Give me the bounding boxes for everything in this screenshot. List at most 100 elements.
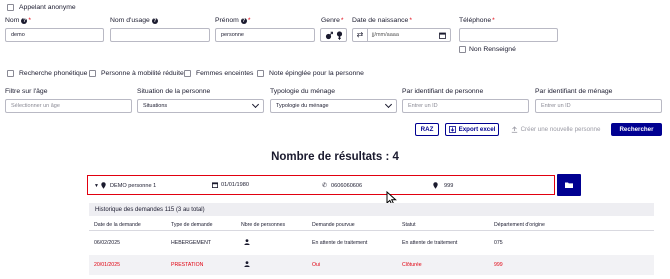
person-icon — [244, 239, 250, 247]
info-icon[interactable]: ? — [151, 18, 158, 24]
export-icon — [448, 126, 456, 133]
genre-toggle[interactable] — [320, 28, 347, 42]
row-status: Clôturée — [402, 262, 422, 268]
option-pregnant[interactable]: Femmes enceintes — [184, 70, 253, 77]
telephone-label-text: Téléphone — [459, 17, 492, 24]
result-phone: 0606060606 — [331, 182, 363, 189]
required-mark: * — [492, 17, 495, 24]
person-icon — [244, 261, 250, 269]
raz-button[interactable]: RAZ — [415, 123, 439, 136]
info-icon[interactable]: ? — [240, 18, 247, 24]
map-pin-icon — [433, 182, 438, 189]
folder-icon — [565, 182, 573, 188]
required-mark: * — [409, 17, 412, 24]
table-row[interactable]: 20/01/2025 PRESTATION Oui Clôturée 999 — [89, 255, 654, 275]
search-button[interactable]: Rechercher — [611, 123, 662, 136]
required-mark: * — [340, 17, 344, 24]
pregnant-checkbox[interactable] — [184, 70, 191, 77]
option-phonetic[interactable]: Recherche phonétique — [7, 70, 87, 77]
situation-label: Situation de la personne — [137, 88, 211, 95]
info-icon[interactable]: ? — [21, 18, 28, 24]
reduced-mobility-label: Personne à mobilité réduite — [101, 70, 184, 77]
date-naissance-input[interactable]: jj/mm/aaaa — [372, 32, 439, 38]
id-menage-input[interactable]: Entrer un ID — [535, 99, 662, 113]
required-mark: * — [247, 17, 251, 24]
age-filter-select[interactable]: Sélectionner un âge — [5, 99, 132, 113]
row-date: 06/02/2025 — [94, 240, 120, 246]
chevron-down-icon — [251, 100, 260, 109]
caret-down-icon[interactable]: ▼ — [94, 183, 99, 189]
genre-label-text: Genre — [321, 17, 340, 24]
calendar-icon — [212, 182, 218, 188]
history-title: Historique des demandes 115 (3 au total) — [89, 203, 654, 216]
result-birthdate: 01/01/1980 — [221, 182, 249, 188]
anonymous-caller-label: Appelant anonyme — [19, 4, 76, 11]
nom-usage-input[interactable] — [110, 28, 210, 42]
prenom-input[interactable]: personne — [215, 28, 315, 42]
male-icon[interactable] — [325, 31, 333, 40]
id-menage-label: Par identifiant de ménage — [535, 88, 613, 95]
results-count-title: Nombre de résultats : 4 — [271, 151, 399, 163]
non-renseigne-option[interactable]: Non Renseigné — [459, 46, 516, 53]
col-header-department: Département d'origine — [494, 221, 545, 228]
swap-icon[interactable]: ⇄ — [353, 30, 367, 40]
typologie-label: Typologie du ménage — [270, 88, 335, 95]
result-location: 999 — [444, 182, 454, 189]
situation-value: Situations — [143, 103, 168, 109]
row-fulfilled: En attente de traitement — [312, 240, 368, 246]
age-filter-label: Filtre sur l'âge — [5, 88, 48, 95]
row-status: En attente de traitement — [402, 240, 458, 246]
typologie-value: Typologie du ménage — [276, 103, 329, 109]
col-header-fulfilled: Demande pourvue — [312, 221, 355, 228]
col-header-count: Nbre de personnes — [241, 221, 286, 228]
divider — [367, 29, 368, 41]
row-department: 075 — [494, 240, 503, 246]
table-row[interactable]: 06/02/2025 HEBERGEMENT En attente de tra… — [89, 233, 654, 253]
export-excel-button[interactable]: Export excel — [445, 123, 499, 136]
row-department: 999 — [494, 262, 503, 268]
date-naissance-field[interactable]: ⇄ jj/mm/aaaa — [352, 28, 451, 42]
map-pin-icon — [101, 182, 106, 189]
row-date: 20/01/2025 — [94, 262, 120, 268]
option-pinned-note[interactable]: Note épinglée pour la personne — [257, 70, 364, 77]
nom-input[interactable]: demo — [5, 28, 104, 42]
pinned-note-checkbox[interactable] — [257, 70, 264, 77]
row-type: HEBERGEMENT — [171, 240, 212, 246]
option-reduced-mobility[interactable]: Personne à mobilité réduite — [89, 70, 184, 77]
col-header-date: Date de la demande — [94, 221, 141, 228]
female-icon[interactable] — [336, 30, 343, 40]
nom-label: Nom? * — [5, 17, 31, 24]
chevron-down-icon — [384, 100, 393, 109]
result-birthdate-group: 01/01/1980 — [212, 182, 249, 188]
nom-usage-label: Nom d'usage? — [110, 17, 158, 24]
phone-icon: ✆ — [322, 183, 328, 189]
result-person-name: DEMO personne 1 — [109, 182, 157, 189]
calendar-icon[interactable] — [439, 32, 446, 39]
phonetic-checkbox[interactable] — [7, 70, 14, 77]
upload-icon — [511, 126, 517, 133]
telephone-input[interactable] — [459, 28, 558, 42]
result-person-name-group: ▼ DEMO personne 1 — [94, 182, 156, 189]
situation-select[interactable]: Situations — [137, 99, 264, 113]
row-fulfilled: Oui — [312, 262, 321, 268]
open-folder-button[interactable] — [557, 174, 581, 196]
anonymous-caller-checkbox[interactable] — [7, 4, 14, 11]
nom-label-text: Nom — [5, 17, 20, 24]
genre-label: Genre* — [321, 17, 344, 24]
reduced-mobility-checkbox[interactable] — [89, 70, 96, 77]
non-renseigne-label: Non Renseigné — [469, 46, 516, 53]
prenom-label-text: Prénom — [215, 17, 239, 24]
date-naissance-label-text: Date de naissance — [352, 17, 409, 24]
create-person-button[interactable]: Créer une nouvelle personne — [506, 123, 605, 136]
typologie-select[interactable]: Typologie du ménage — [270, 99, 397, 113]
id-personne-input[interactable]: Entrer un ID — [402, 99, 529, 113]
nom-usage-label-text: Nom d'usage — [110, 17, 150, 24]
history-panel: Historique des demandes 115 (3 au total)… — [89, 203, 654, 279]
result-location-group: 999 — [433, 182, 453, 189]
col-header-type: Type de demande — [171, 221, 213, 228]
pregnant-label: Femmes enceintes — [196, 70, 254, 77]
required-mark: * — [28, 17, 32, 24]
anonymous-caller-option[interactable]: Appelant anonyme — [7, 4, 76, 11]
non-renseigne-checkbox[interactable] — [459, 46, 466, 53]
result-card[interactable]: ▼ DEMO personne 1 01/01/1980 ✆ 060606060… — [87, 175, 555, 195]
